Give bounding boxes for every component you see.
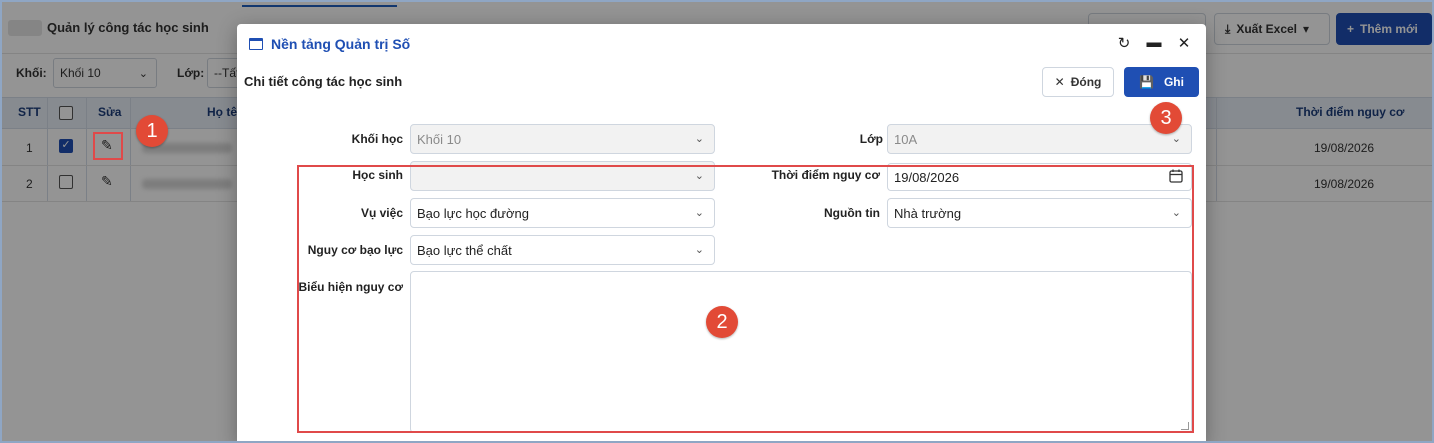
dialog-header: Nền tảng Quản trị Số <box>237 24 1206 64</box>
refresh-icon[interactable]: ↻ <box>1114 34 1134 52</box>
save-icon: 💾 <box>1139 75 1154 89</box>
chevron-down-icon: ⌄ <box>694 133 704 145</box>
window-icon <box>249 38 263 50</box>
grade-label: Khối học <box>351 132 403 146</box>
class-select: 10A ⌄ <box>887 124 1192 154</box>
annotation-step-badge: 1 <box>136 115 168 147</box>
annotation-step-badge: 2 <box>706 306 738 338</box>
chevron-down-icon: ⌄ <box>1171 133 1181 145</box>
annotation-highlight-edit <box>93 132 123 160</box>
close-icon[interactable]: ✕ <box>1174 34 1194 52</box>
grade-value: Khối 10 <box>417 131 462 147</box>
annotation-step-badge: 3 <box>1150 102 1182 134</box>
close-button-label: Đóng <box>1070 75 1102 89</box>
maximize-icon[interactable]: ▬ <box>1144 34 1164 51</box>
dialog-title: Nền tảng Quản trị Số <box>271 36 411 52</box>
grade-select: Khối 10 ⌄ <box>410 124 715 154</box>
detail-dialog: Nền tảng Quản trị Số ↻ ▬ ✕ Chi tiết công… <box>237 24 1206 441</box>
close-x-icon: ✕ <box>1054 75 1065 89</box>
close-button[interactable]: ✕ Đóng <box>1042 67 1114 97</box>
save-button-label: Ghi <box>1163 75 1184 89</box>
dialog-subtitle: Chi tiết công tác học sinh <box>244 74 403 89</box>
class-label: Lớp <box>859 132 883 146</box>
annotation-highlight-form <box>297 165 1194 433</box>
screenshot-frame: Quản lý công tác học sinh ⤓ Xuất Excel ▾… <box>0 0 1434 443</box>
save-button[interactable]: 💾 Ghi <box>1124 67 1199 97</box>
class-value: 10A <box>894 131 918 147</box>
